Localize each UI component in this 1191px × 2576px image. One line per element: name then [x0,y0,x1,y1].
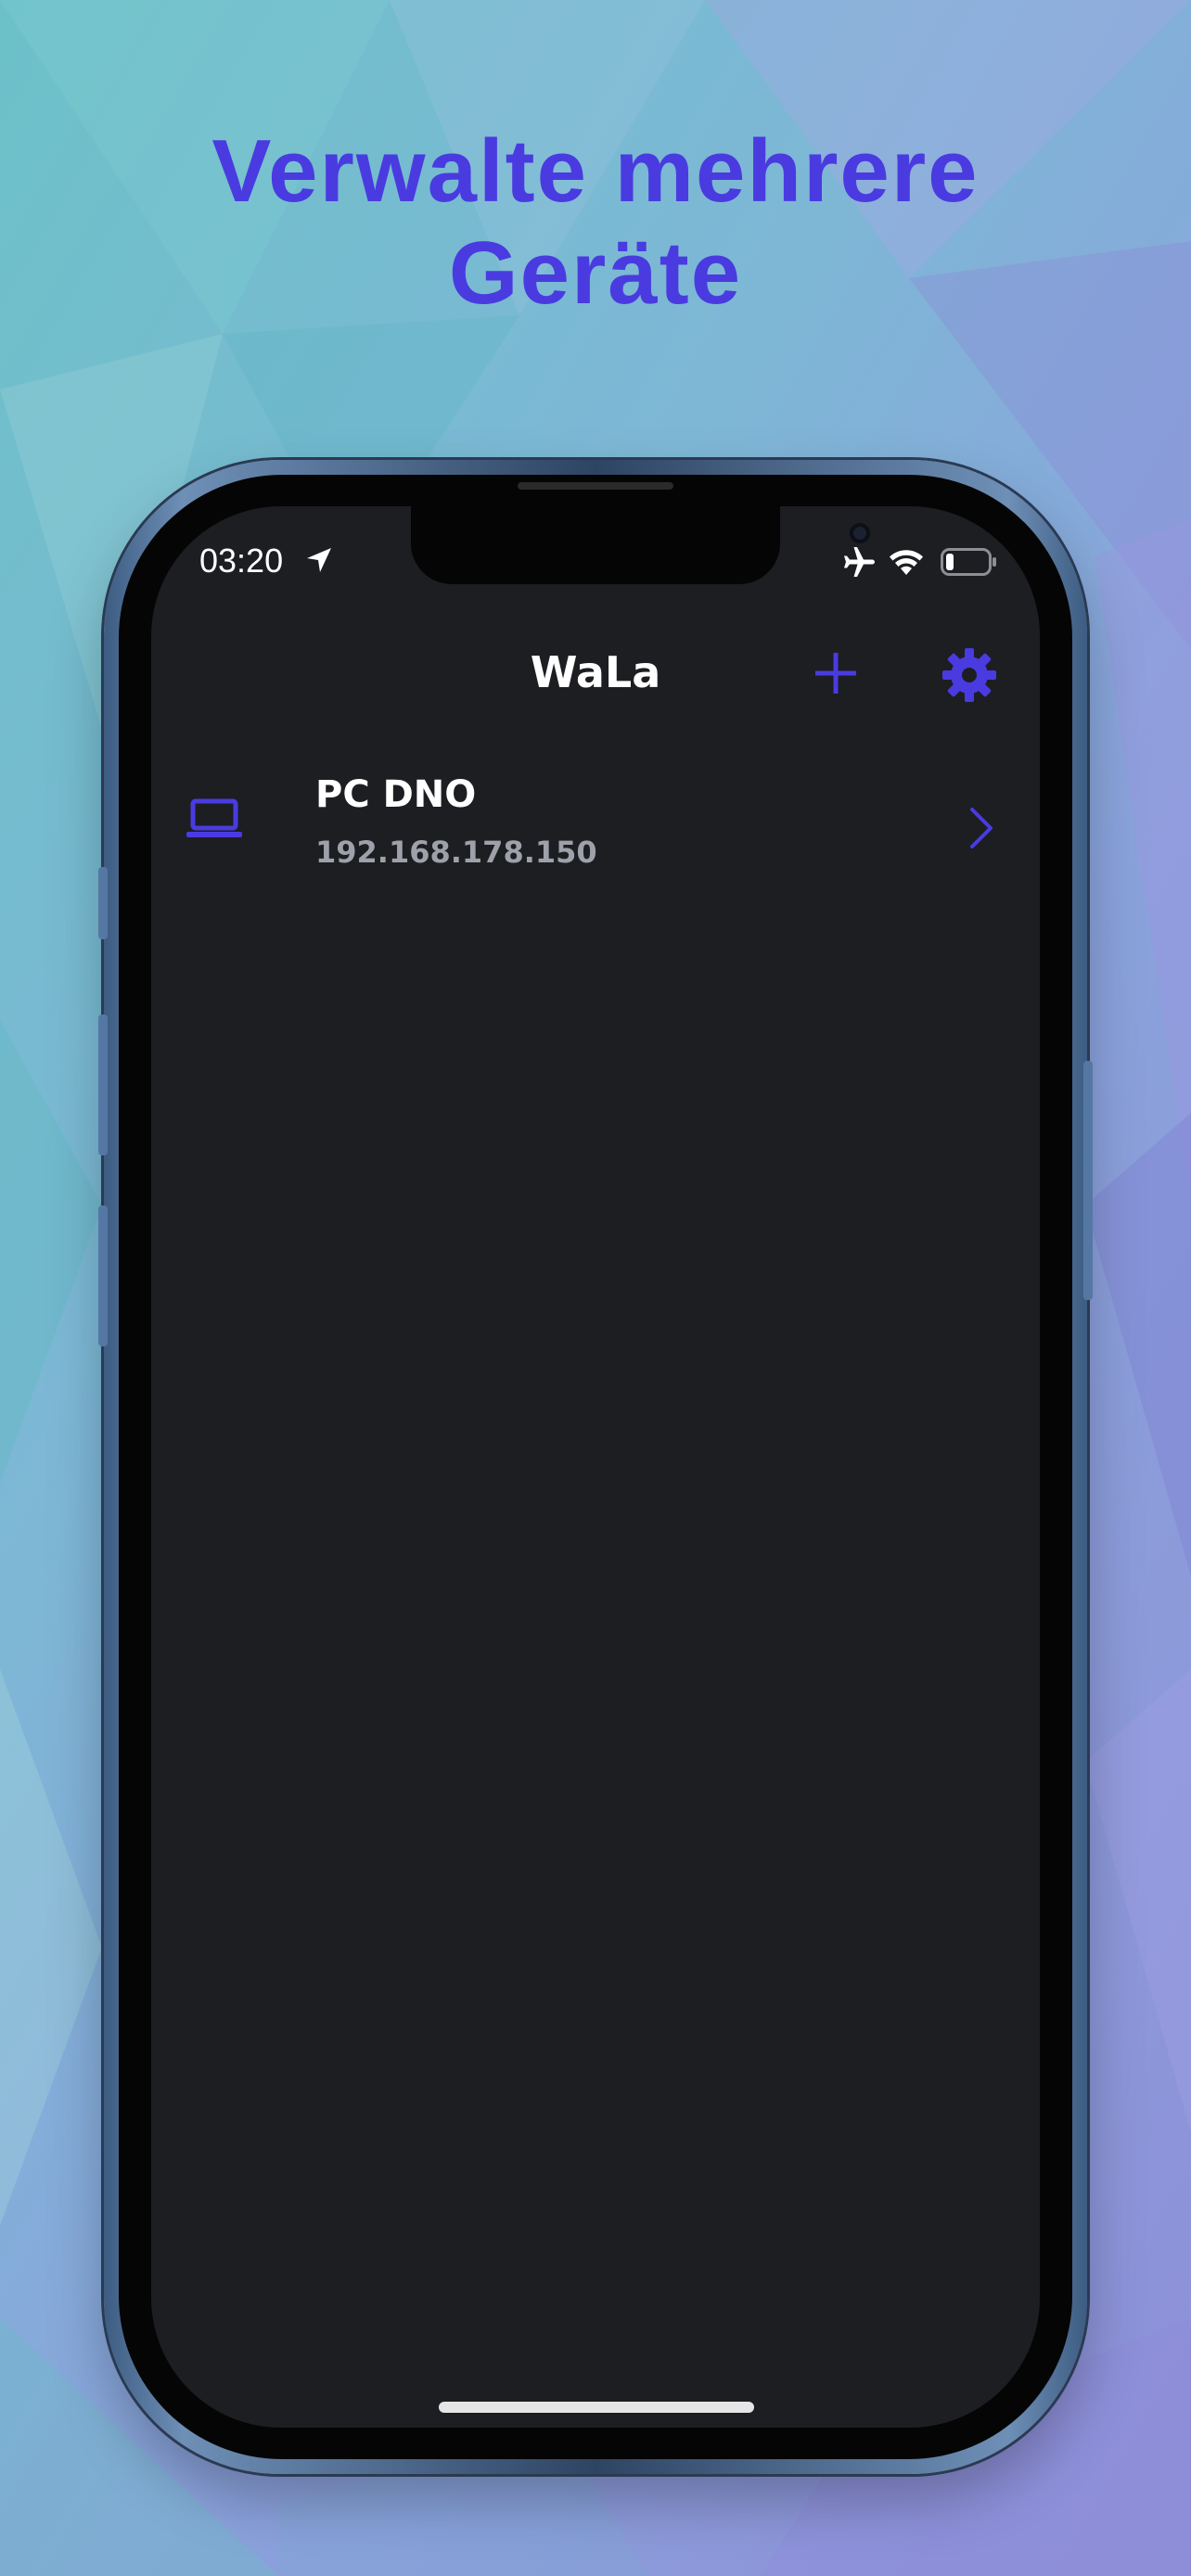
home-indicator[interactable] [439,2402,754,2413]
app-title: WaLa [530,647,661,697]
earpiece-speaker [518,482,673,490]
device-ip-address: 192.168.178.150 [315,835,597,870]
notch [411,506,870,584]
headline: Verwalte mehrere Geräte [0,121,1191,325]
volume-up-button [98,1014,108,1155]
chevron-right-icon [970,808,992,848]
phone-screen: 03:20 WaLa PC DNO 192.168.178.150 [151,506,1040,2428]
power-button [1083,1061,1093,1300]
headline-line-1: Verwalte mehrere [211,121,980,221]
plus-icon [815,653,856,694]
settings-button[interactable] [940,645,999,705]
status-time: 03:20 [199,542,284,580]
add-device-button[interactable] [810,647,862,699]
laptop-icon [186,798,242,837]
battery-icon [941,548,996,576]
front-camera [850,523,870,543]
wifi-icon [890,550,923,575]
device-name: PC DNO [315,773,477,816]
volume-down-button [98,1205,108,1346]
location-arrow-icon [307,548,331,572]
headline-line-2: Geräte [448,223,743,323]
airplane-icon [844,547,875,577]
device-list-item[interactable]: PC DNO 192.168.178.150 [151,755,1040,885]
silent-switch [98,867,108,939]
